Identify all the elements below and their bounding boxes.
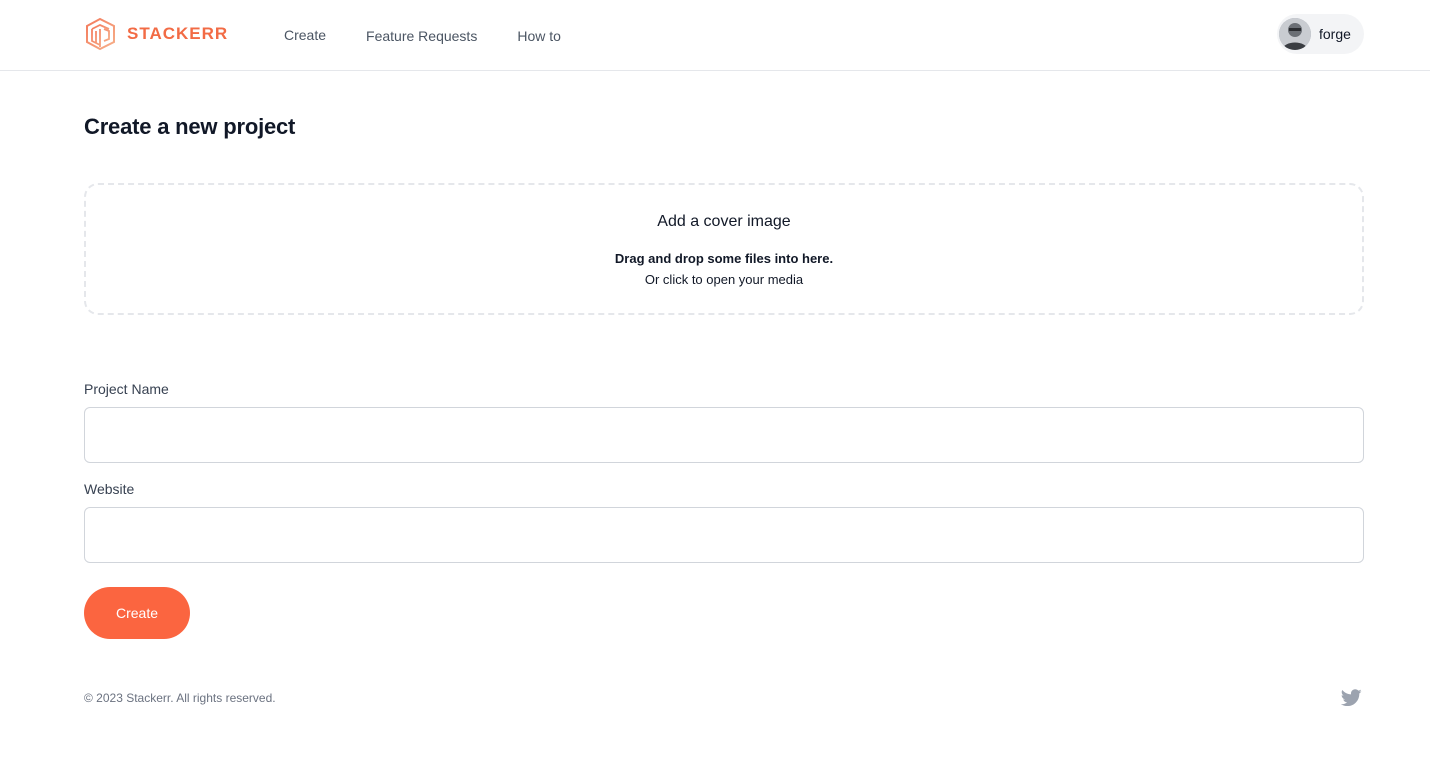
dropzone-instruction: Drag and drop some files into here. xyxy=(614,251,834,266)
project-name-label: Project Name xyxy=(84,381,169,397)
project-name-input[interactable] xyxy=(84,407,1364,463)
dropzone-subtext: Or click to open your media xyxy=(644,272,804,287)
nav-how-to[interactable]: How to xyxy=(517,27,561,45)
logo-link[interactable]: STACKERR xyxy=(84,17,228,51)
main-nav: Create Feature Requests How to xyxy=(284,26,561,45)
dropzone-title: Add a cover image xyxy=(657,213,791,230)
user-name: forge xyxy=(1319,26,1351,42)
twitter-icon[interactable] xyxy=(1341,689,1362,707)
cover-image-dropzone[interactable]: Add a cover image Drag and drop some fil… xyxy=(84,183,1364,315)
website-label: Website xyxy=(84,481,135,497)
nav-feature-requests[interactable]: Feature Requests xyxy=(366,27,477,45)
user-avatar-icon xyxy=(1279,18,1311,50)
brand-name: STACKERR xyxy=(127,24,229,43)
nav-create[interactable]: Create xyxy=(284,26,326,45)
user-menu[interactable]: forge xyxy=(1277,14,1364,54)
copyright-text: © 2023 Stackerr. All rights reserved. xyxy=(84,691,276,705)
website-input[interactable] xyxy=(84,507,1364,563)
top-navbar: STACKERR Create Feature Requests How to … xyxy=(0,0,1430,71)
create-button[interactable]: Create xyxy=(84,587,190,639)
stackerr-logo-icon xyxy=(86,17,115,51)
page-title: Create a new project xyxy=(84,114,296,139)
